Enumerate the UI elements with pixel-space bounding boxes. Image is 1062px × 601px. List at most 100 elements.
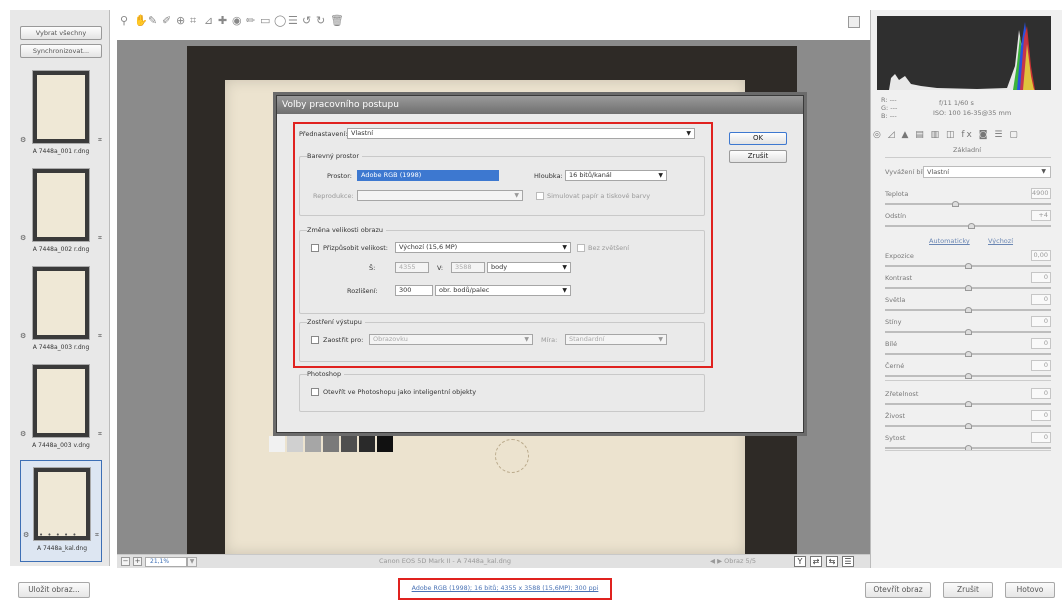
size-unit-select[interactable]: body ▼ <box>487 262 571 273</box>
image-navigation[interactable]: ◀ ▶ Obraz 5/5 <box>710 557 756 565</box>
slider-row: Kontrast 0 <box>885 272 1051 294</box>
workflow-options-link[interactable]: Adobe RGB (1998); 16 bitů; 4355 x 3588 (… <box>398 578 612 600</box>
filmstrip-item[interactable]: ⚙ ⌗ A 7448a_003 v.dng <box>20 364 102 456</box>
target-adjust-icon[interactable]: ⊕ <box>176 14 190 27</box>
panel-tabs[interactable]: ◎ ◿ ▲ ▤ ▥ ◫ fx ◙ ☰ ▢ <box>873 130 1059 144</box>
slider-value-input[interactable]: 0 <box>1031 360 1051 371</box>
photoshop-title: Photoshop <box>307 370 345 378</box>
toggle-fullscreen-icon[interactable] <box>848 16 860 28</box>
ok-button[interactable]: OK <box>729 132 787 145</box>
resize-fit-checkbox[interactable] <box>311 244 319 252</box>
slider-label: Světla <box>885 296 906 304</box>
slider-label: Stíny <box>885 318 902 326</box>
resolution-label: Rozlišení: <box>347 287 378 295</box>
slider-value-input[interactable]: 4900 <box>1031 188 1051 199</box>
smart-objects-label: Otevřít ve Photoshopu jako inteligentní … <box>323 388 477 396</box>
filmstrip-item-selected[interactable]: ⚙ • • • • • ⌗ A 7448a_kal.dng <box>20 460 102 562</box>
crop-icon[interactable]: ⌗ <box>190 14 204 28</box>
white-balance-select[interactable]: Vlastní ▼ <box>923 166 1051 178</box>
slider-value-input[interactable]: 0 <box>1031 316 1051 327</box>
spot-removal-icon[interactable]: ✚ <box>218 14 232 27</box>
slider-value-input[interactable]: 0 <box>1031 410 1051 421</box>
slider-handle[interactable] <box>965 329 972 335</box>
slider-handle[interactable] <box>968 223 976 229</box>
smart-objects-checkbox[interactable] <box>311 388 319 396</box>
zoom-in-button[interactable]: + <box>133 557 142 566</box>
slider-handle[interactable] <box>965 401 972 407</box>
iso-lens: ISO: 100 16-35@35 mm <box>933 109 1012 117</box>
resolution-unit-select[interactable]: obr. bodů/palec ▼ <box>435 285 571 296</box>
trash-icon[interactable]: 🗑 <box>330 14 344 27</box>
sharpen-checkbox[interactable] <box>311 336 319 344</box>
resize-fit-select[interactable]: Výchozí (15,6 MP) ▼ <box>395 242 571 253</box>
default-link[interactable]: Výchozí <box>988 237 1013 245</box>
width-input[interactable]: 4355 <box>395 262 429 273</box>
zoom-level[interactable]: 21,1% <box>145 557 187 567</box>
slider-value-input[interactable]: 0 <box>1031 294 1051 305</box>
stamp-mark <box>495 439 529 473</box>
auto-link[interactable]: Automaticky <box>929 237 970 245</box>
preferences-icon[interactable]: ☰ <box>288 14 302 27</box>
slider-handle[interactable] <box>965 373 972 379</box>
done-button[interactable]: Hotovo <box>1005 582 1055 598</box>
crop-badge-icon: ⌗ <box>98 234 102 242</box>
filmstrip-item[interactable]: ⚙ ⌗ A 7448a_002 r.dng <box>20 168 102 260</box>
preview-toggle-icon[interactable]: ☰ <box>842 556 854 567</box>
red-eye-icon[interactable]: ◉ <box>232 14 246 27</box>
adjusted-icon: ⚙ <box>20 136 27 144</box>
hand-icon[interactable]: ✋ <box>134 14 148 27</box>
rotate-left-icon[interactable]: ↺ <box>302 14 316 27</box>
simulate-paper-checkbox[interactable] <box>536 192 544 200</box>
zoom-dropdown-icon[interactable]: ▼ <box>187 557 197 567</box>
dialog-cancel-button[interactable]: Zrušit <box>729 150 787 163</box>
no-enlarge-checkbox[interactable] <box>577 244 585 252</box>
aperture-shutter: f/11 1/60 s <box>939 99 974 107</box>
slider-handle[interactable] <box>965 285 972 291</box>
radial-filter-icon[interactable]: ◯ <box>274 14 288 27</box>
slider-handle[interactable] <box>965 307 972 313</box>
straighten-icon[interactable]: ⊿ <box>204 14 218 27</box>
color-space-select[interactable]: Adobe RGB (1998)▼ <box>357 170 499 181</box>
slider-handle[interactable] <box>965 263 972 269</box>
adjustment-brush-icon[interactable]: ✏ <box>246 14 260 27</box>
zoom-icon[interactable]: ⚲ <box>120 14 134 27</box>
rotate-right-icon[interactable]: ↻ <box>316 14 330 27</box>
sharpen-for-select[interactable]: Obrazovku ▼ <box>369 334 533 345</box>
slider-track[interactable] <box>885 203 1051 205</box>
graduated-filter-icon[interactable]: ▭ <box>260 14 274 27</box>
preset-select[interactable]: Vlastní ▼ <box>347 128 695 139</box>
rendering-intent-select[interactable]: ▼ <box>357 190 523 201</box>
slider-value-input[interactable]: 0 <box>1031 388 1051 399</box>
filmstrip-item[interactable]: ⚙ ⌗ A 7448a_001 r.dng <box>20 70 102 162</box>
slider-value-input[interactable]: 0 <box>1031 272 1051 283</box>
slider-handle[interactable] <box>952 201 960 207</box>
resolution-input[interactable]: 300 <box>395 285 433 296</box>
slider-value-input[interactable]: 0 <box>1031 432 1051 443</box>
simulate-paper-label: Simulovat papír a tiskové barvy <box>547 192 651 200</box>
sharpen-amount-select[interactable]: Standardní ▼ <box>565 334 667 345</box>
zoom-out-button[interactable]: − <box>121 557 130 566</box>
slider-value-input[interactable]: +4 <box>1031 210 1051 221</box>
swap-settings-icon[interactable]: ⇄ <box>810 556 822 567</box>
white-balance-icon[interactable]: ✎ <box>148 14 162 27</box>
rating-stars[interactable]: • • • • • <box>39 531 78 539</box>
slider-value-input[interactable]: 0,00 <box>1031 250 1051 261</box>
slider-handle[interactable] <box>965 351 972 357</box>
tool-bar: ⚲ ✋✎✐⊕⌗ ⊿✚◉✏▭◯☰↺↻🗑 <box>120 14 860 34</box>
height-input[interactable]: 3588 <box>451 262 485 273</box>
bit-depth-select[interactable]: 16 bitů/kanál ▼ <box>565 170 667 181</box>
save-image-button[interactable]: Uložit obraz... <box>18 582 90 598</box>
before-after-view-button[interactable]: Y <box>794 556 806 567</box>
cancel-button[interactable]: Zrušit <box>943 582 993 598</box>
camera-raw-window: Vybrat všechny Synchronizovat... ⚙ ⌗ A 7… <box>0 0 1062 601</box>
copy-settings-icon[interactable]: ⇆ <box>826 556 838 567</box>
slider-value-input[interactable]: 0 <box>1031 338 1051 349</box>
open-image-button[interactable]: Otevřít obraz <box>865 582 931 598</box>
select-all-button[interactable]: Vybrat všechny <box>20 26 102 40</box>
width-label: Š: <box>369 264 376 272</box>
color-sampler-icon[interactable]: ✐ <box>162 14 176 27</box>
filmstrip-item[interactable]: ⚙ ⌗ A 7448a_003 r.dng <box>20 266 102 358</box>
slider-handle[interactable] <box>965 423 972 429</box>
color-space-title: Barevný prostor <box>307 152 363 160</box>
synchronize-button[interactable]: Synchronizovat... <box>20 44 102 58</box>
